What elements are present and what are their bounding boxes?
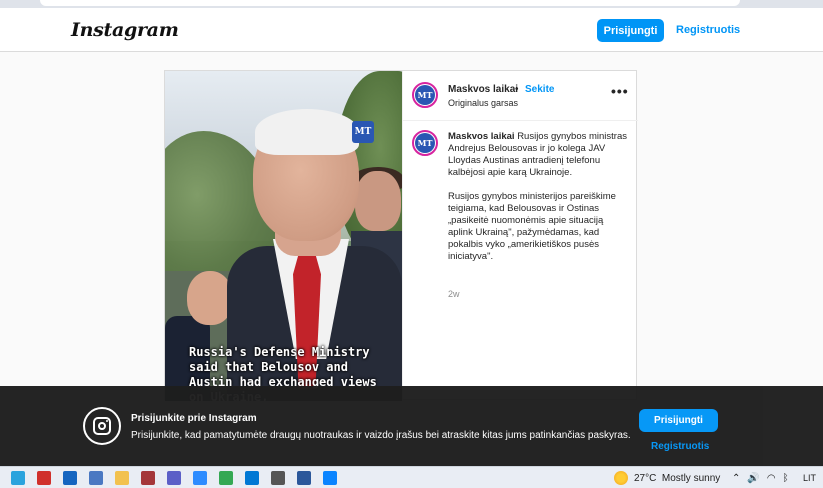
wifi-icon[interactable]: ◠ xyxy=(767,473,776,484)
video-main-person-hair xyxy=(255,109,359,155)
banner-login-button[interactable]: Prisijungti xyxy=(639,409,718,432)
follow-button[interactable]: Sekite xyxy=(525,84,554,95)
account-name[interactable]: Maskvos laikai xyxy=(448,84,518,95)
weather-text: Mostly sunny xyxy=(661,472,721,484)
instagram-logo[interactable]: Instagram xyxy=(71,19,179,41)
video-person-right-head xyxy=(355,171,401,231)
access-icon[interactable] xyxy=(141,471,155,485)
chevron-up-icon[interactable]: ⌃ xyxy=(732,473,740,484)
separator-dot: • xyxy=(515,84,519,95)
browser-chrome xyxy=(0,0,823,8)
folder-icon[interactable] xyxy=(115,471,129,485)
photos-icon[interactable] xyxy=(323,471,337,485)
word-icon[interactable] xyxy=(297,471,311,485)
bluetooth-icon[interactable]: ᛒ xyxy=(783,473,789,484)
post-header: MT Maskvos laikai • Sekite Originalus ga… xyxy=(403,71,638,121)
sun-icon xyxy=(614,471,628,485)
post-timestamp[interactable]: 2w xyxy=(448,289,460,299)
zoom-icon[interactable] xyxy=(193,471,207,485)
chrome-icon[interactable] xyxy=(219,471,233,485)
post-side-panel: MT Maskvos laikai • Sekite Originalus ga… xyxy=(402,71,638,401)
store-icon[interactable] xyxy=(245,471,259,485)
banner-register-link[interactable]: Registruotis xyxy=(651,441,709,452)
audio-label[interactable]: Originalus garsas xyxy=(448,98,518,108)
game-icon[interactable] xyxy=(271,471,285,485)
address-bar[interactable] xyxy=(40,0,740,6)
weather-widget[interactable]: 27°C Mostly sunny xyxy=(614,467,720,488)
outlook-icon[interactable] xyxy=(63,471,77,485)
caption-avatar[interactable]: MT xyxy=(412,130,438,156)
caption-account-name[interactable]: Maskvos laikai xyxy=(448,131,515,142)
caption-text-2: Rusijos gynybos ministerijos pareiškime … xyxy=(448,191,616,262)
notepad-icon[interactable] xyxy=(89,471,103,485)
instagram-icon xyxy=(83,407,121,445)
instagram-header: Instagram Prisijungti Registruotis xyxy=(0,8,823,52)
register-link[interactable]: Registruotis xyxy=(676,24,740,36)
teams-icon[interactable] xyxy=(167,471,181,485)
windows-taskbar: 27°C Mostly sunny ⌃ 🔊 ◠ ᛒ LIT xyxy=(0,466,823,488)
mt-logo-icon: MT xyxy=(415,133,435,153)
more-options-icon[interactable]: ••• xyxy=(611,83,629,99)
volume-icon[interactable]: 🔊 xyxy=(747,473,759,484)
login-prompt-text: Prisijunkite, kad pamatytumėte draugų nu… xyxy=(131,430,631,441)
post-video[interactable]: MT Russia's Defense Ministry said that B… xyxy=(165,71,402,401)
telegram-icon[interactable] xyxy=(11,471,25,485)
mt-logo-icon: MT xyxy=(415,85,435,105)
mt-watermark-icon: MT xyxy=(352,121,374,143)
temperature: 27°C xyxy=(634,472,657,484)
login-button[interactable]: Prisijungti xyxy=(597,19,664,42)
post-card: MT Russia's Defense Ministry said that B… xyxy=(164,70,638,401)
post-caption: Maskvos laikai Rusijos gynybos ministras… xyxy=(448,131,628,275)
system-tray: ⌃ 🔊 ◠ ᛒ xyxy=(732,467,796,488)
caption-paragraph: Maskvos laikai Rusijos gynybos ministras… xyxy=(448,131,628,179)
login-prompt-banner: Prisijunkite prie Instagram Prisijunkite… xyxy=(0,386,823,466)
acrobat-icon[interactable] xyxy=(37,471,51,485)
account-avatar[interactable]: MT xyxy=(412,82,438,108)
language-indicator[interactable]: LIT xyxy=(803,467,816,488)
login-prompt-title: Prisijunkite prie Instagram xyxy=(131,413,257,424)
